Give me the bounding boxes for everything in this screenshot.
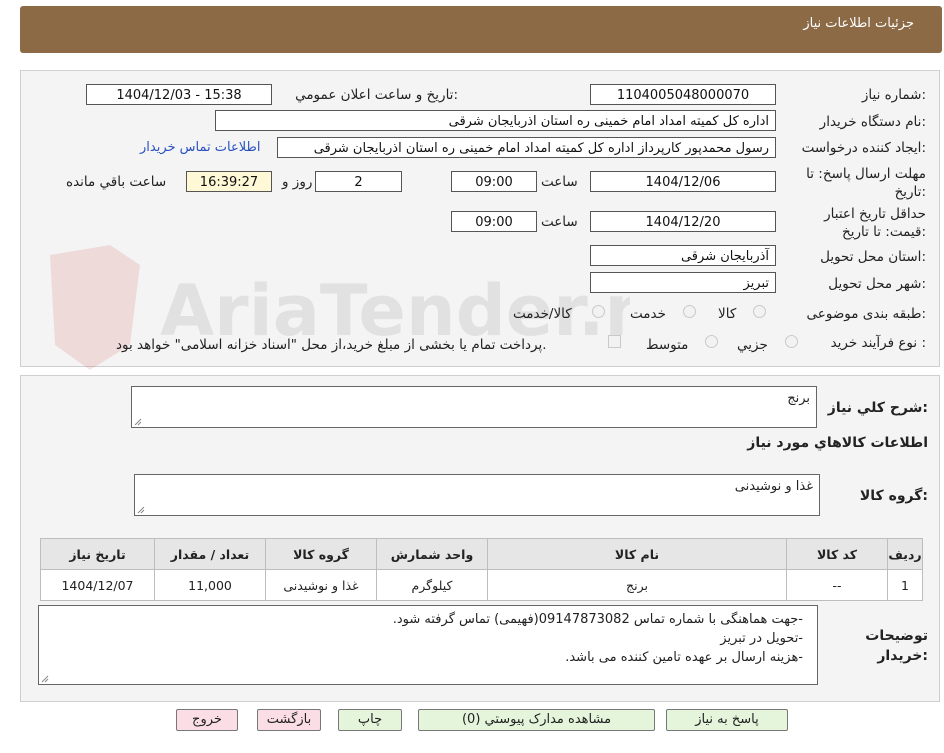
category-goods-radio[interactable]	[753, 305, 766, 318]
province-label: استان محل تحویل:	[820, 249, 926, 265]
category-label: طبقه بندی موضوعی:	[806, 306, 926, 322]
cell-unit: کیلوگرم	[376, 569, 488, 601]
process-partial-radio[interactable]	[785, 335, 798, 348]
buyer-label: نام دستگاه خريدار:	[819, 114, 926, 130]
days-remaining: 2	[315, 171, 402, 192]
category-service-label: خدمت	[630, 306, 666, 322]
process-label: نوع فرآیند خرید :	[830, 335, 926, 351]
goods-table: رديف کد کالا نام کالا واحد شمارش گروه کا…	[40, 538, 923, 601]
table-header-row: رديف کد کالا نام کالا واحد شمارش گروه کا…	[40, 538, 923, 570]
city-label: شهر محل تحویل:	[828, 276, 926, 292]
note-line: -جهت هماهنگی با شماره تماس 09147873082(ف…	[392, 612, 803, 627]
col-row: رديف	[887, 538, 923, 570]
category-goods-label: کالا	[718, 306, 737, 322]
table-row: 1 -- برنج کیلوگرم غذا و نوشیدنی 11,000 1…	[40, 569, 923, 601]
goods-group-text: غذا و نوشیدنی	[734, 479, 813, 494]
note-line: -هزینه ارسال بر عهده تامین کننده می باشد…	[565, 650, 803, 665]
cell-code: --	[786, 569, 888, 601]
process-partial-label: جزیي	[737, 337, 768, 353]
resize-grip-icon[interactable]	[137, 506, 145, 514]
deadline-time: 09:00	[451, 171, 537, 192]
col-qty: تعداد / مقدار	[154, 538, 266, 570]
city-value: تبریز	[590, 272, 776, 293]
print-button[interactable]: چاپ	[338, 709, 402, 731]
need-description-text: برنج	[787, 391, 810, 406]
treasury-checkbox[interactable]	[608, 335, 621, 348]
requester-value: رسول محمدپور کارپرداز اداره کل کمیته امد…	[277, 137, 776, 158]
col-name: نام کالا	[487, 538, 787, 570]
reply-button[interactable]: پاسخ به نیاز	[666, 709, 788, 731]
validity-time-label: ساعت	[541, 214, 578, 230]
view-attachments-button[interactable]: مشاهده مدارک پیوستي (0)	[418, 709, 655, 731]
need-description-field[interactable]: برنج	[131, 386, 817, 428]
need-number-label: شماره نیاز:	[861, 87, 926, 103]
exit-button[interactable]: خروج	[176, 709, 238, 731]
category-service-radio[interactable]	[683, 305, 696, 318]
back-button[interactable]: بازگشت	[257, 709, 321, 731]
buyer-value: اداره کل کمیته امداد امام خمینی ره استان…	[215, 110, 776, 131]
process-medium-label: متوسط	[646, 337, 689, 353]
need-number-value: 1104005048000070	[590, 84, 776, 105]
col-unit: واحد شمارش	[376, 538, 488, 570]
remaining-label: ساعت باقي مانده	[66, 174, 167, 190]
goods-info-title: اطلاعات كالاهاي مورد نياز	[747, 435, 928, 451]
col-code: کد کالا	[786, 538, 888, 570]
col-group: گروه کالا	[265, 538, 377, 570]
cell-qty: 11,000	[154, 569, 266, 601]
goods-group-label: گروه كالا:	[859, 488, 928, 504]
goods-group-field[interactable]: غذا و نوشیدنی	[134, 474, 820, 516]
payment-note: پرداخت تمام یا بخشی از مبلغ خرید،از محل …	[116, 337, 547, 353]
requester-label: ايجاد کننده درخواست:	[801, 140, 926, 156]
resize-grip-icon[interactable]	[41, 675, 49, 683]
note-line: -تحویل در تبریز	[720, 631, 803, 646]
validity-label: حداقل تاریخ اعتبار قیمت: تا تاریخ:	[824, 206, 926, 240]
announce-label: تاریخ و ساعت اعلان عمومي:	[295, 87, 458, 103]
cell-date: 1404/12/07	[40, 569, 155, 601]
resize-grip-icon[interactable]	[134, 418, 142, 426]
need-description-label: شرح كلي نياز:	[827, 400, 928, 416]
cell-name: برنج	[487, 569, 787, 601]
cell-group: غذا و نوشیدنی	[265, 569, 377, 601]
buyer-notes-label: توضیحات خریدار:	[865, 628, 928, 664]
category-both-radio[interactable]	[592, 305, 605, 318]
col-date: تاریخ نیاز	[40, 538, 155, 570]
buyer-notes-field[interactable]: -جهت هماهنگی با شماره تماس 09147873082(ف…	[38, 605, 818, 685]
buyer-contact-link[interactable]: اطلاعات تماس خریدار	[140, 140, 260, 155]
page-title: جزئیات اطلاعات نیاز	[803, 16, 914, 31]
remaining-time: 16:39:27	[186, 171, 272, 192]
cell-row: 1	[887, 569, 923, 601]
validity-time: 09:00	[451, 211, 537, 232]
deadline-time-label: ساعت	[541, 174, 578, 190]
deadline-date: 1404/12/06	[590, 171, 776, 192]
process-medium-radio[interactable]	[705, 335, 718, 348]
days-label: روز و	[282, 174, 313, 190]
announce-value: 1404/12/03 - 15:38	[86, 84, 272, 105]
validity-date: 1404/12/20	[590, 211, 776, 232]
category-both-label: کالا/خدمت	[513, 306, 572, 322]
province-value: آذربایجان شرقی	[590, 245, 776, 266]
deadline-label: مهلت ارسال پاسخ: تا تاریخ:	[806, 166, 926, 200]
